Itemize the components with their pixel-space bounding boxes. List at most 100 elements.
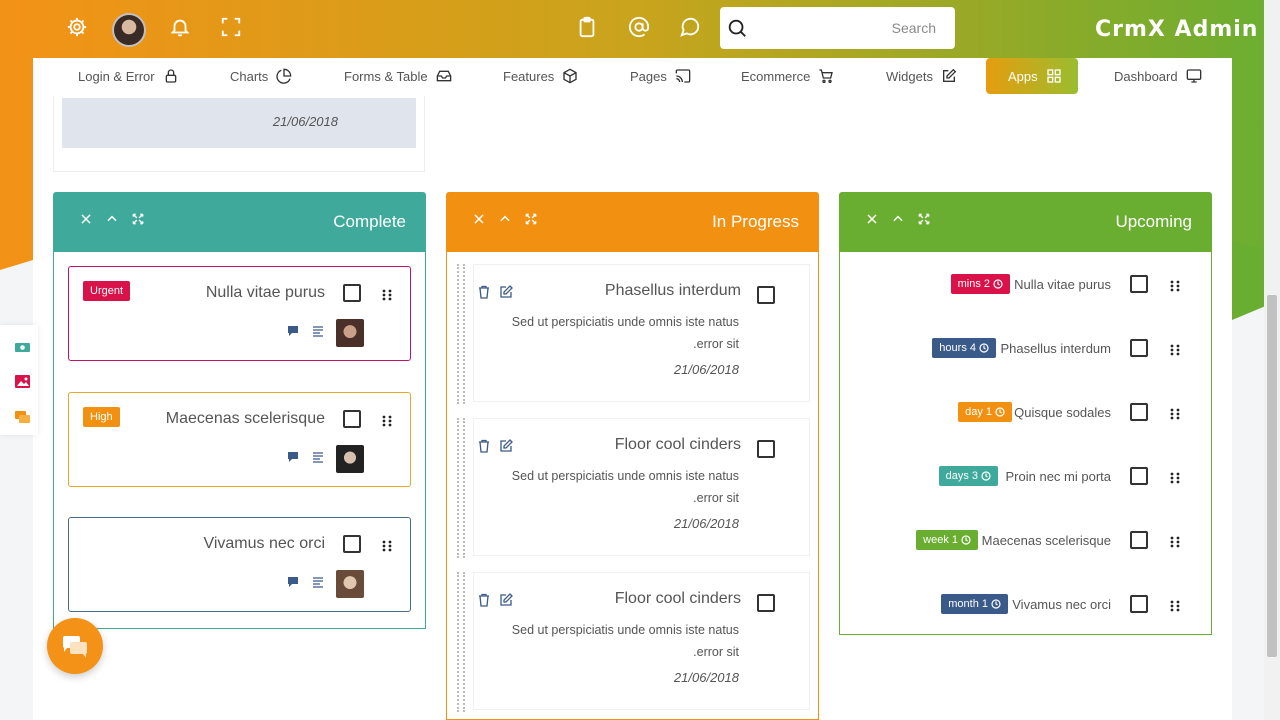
close-icon[interactable] (865, 212, 879, 226)
nav-item-dashboard[interactable]: Dashboard (1114, 58, 1202, 94)
money-icon[interactable] (14, 339, 31, 356)
left-quick-toolbar (0, 325, 38, 435)
time-badge: week 1 (916, 530, 978, 550)
edit-icon[interactable] (499, 593, 513, 607)
close-icon[interactable] (472, 212, 486, 226)
nav-item-apps[interactable]: Apps (986, 58, 1078, 94)
task-checkbox[interactable] (343, 284, 361, 302)
pie-icon (276, 68, 292, 84)
task-checkbox[interactable] (1130, 467, 1148, 485)
expand-icon[interactable] (131, 212, 145, 226)
upcoming-row[interactable]: mins 2 Nulla vitae purus (840, 269, 1211, 299)
task-checkbox[interactable] (1130, 275, 1148, 293)
task-checkbox[interactable] (1130, 595, 1148, 613)
comment-icon[interactable] (287, 576, 299, 588)
task-card[interactable]: 21/06/2018 (53, 96, 425, 172)
nav-item-features[interactable]: Features (503, 58, 578, 94)
upcoming-row[interactable]: month 1 Vivamus nec orci (840, 589, 1211, 619)
upcoming-row[interactable]: week 1 Maecenas scelerisque (840, 525, 1211, 555)
text-lines-icon[interactable] (312, 576, 324, 588)
upcoming-row[interactable]: day 1 Quisque sodales (840, 397, 1211, 427)
chat-icon (63, 636, 87, 658)
task-card[interactable]: Floor cool cinders Sed ut perspiciatis u… (473, 572, 810, 710)
nav-label: Pages (630, 68, 667, 84)
expand-icon[interactable] (524, 212, 538, 226)
drag-grip-icon[interactable] (382, 288, 392, 301)
drag-grip-icon[interactable] (382, 539, 392, 552)
close-icon[interactable] (79, 212, 93, 226)
drag-grip-icon[interactable] (1170, 279, 1180, 292)
search-box[interactable] (720, 7, 955, 49)
upcoming-row[interactable]: hours 4 Phasellus interdum (840, 333, 1211, 363)
drag-grip-icon[interactable] (1170, 343, 1180, 356)
chat-icon[interactable] (14, 409, 31, 426)
monitor-icon (1186, 69, 1201, 83)
drag-grip-icon[interactable] (1170, 535, 1180, 548)
chat-bubble-icon[interactable] (677, 14, 703, 40)
task-card[interactable]: Urgent Nulla vitae purus (68, 266, 411, 361)
nav-item-charts[interactable]: Charts (230, 58, 292, 94)
task-description: Sed ut perspiciatis unde omnis iste natu… (479, 311, 739, 355)
assignee-avatar[interactable] (336, 319, 364, 347)
drag-handle[interactable] (457, 418, 465, 558)
chat-fab-button[interactable] (47, 618, 103, 674)
task-checkbox[interactable] (343, 410, 361, 428)
grid-icon (1046, 69, 1061, 83)
task-checkbox[interactable] (1130, 339, 1148, 357)
nav-item-ecommerce[interactable]: Ecommerce (741, 58, 834, 94)
user-avatar[interactable] (112, 13, 146, 47)
page-scrollbar-thumb[interactable] (1267, 295, 1277, 657)
task-checkbox[interactable] (757, 440, 775, 458)
nav-item-widgets[interactable]: Widgets (886, 58, 957, 94)
drag-handle[interactable] (457, 264, 465, 404)
edit-icon[interactable] (499, 439, 513, 453)
chevron-up-icon[interactable] (105, 212, 119, 226)
task-card[interactable]: Floor cool cinders Sed ut perspiciatis u… (473, 418, 810, 556)
task-title: Vivamus nec orci (203, 535, 325, 552)
task-card[interactable]: Phasellus interdum Sed ut perspiciatis u… (473, 264, 810, 402)
search-input[interactable] (756, 20, 936, 36)
trash-icon[interactable] (477, 285, 491, 299)
task-checkbox[interactable] (757, 286, 775, 304)
badge-label: mins 2 (957, 278, 990, 290)
text-lines-icon[interactable] (312, 325, 324, 337)
at-icon[interactable] (626, 14, 652, 40)
drag-grip-icon[interactable] (1170, 471, 1180, 484)
fullscreen-icon[interactable] (218, 14, 244, 40)
task-card[interactable]: Vivamus nec orci (68, 517, 411, 612)
trash-icon[interactable] (477, 439, 491, 453)
image-icon[interactable] (14, 373, 31, 390)
nav-item-login-error[interactable]: Login & Error (78, 58, 179, 94)
settings-icon[interactable] (64, 14, 90, 40)
drag-handle[interactable] (457, 572, 465, 712)
column-title: In Progress (712, 212, 799, 231)
drag-grip-icon[interactable] (382, 414, 392, 427)
chevron-up-icon[interactable] (891, 212, 905, 226)
task-title: Floor cool cinders (614, 590, 741, 607)
chevron-up-icon[interactable] (498, 212, 512, 226)
badge-label: day 1 (965, 406, 992, 418)
drag-grip-icon[interactable] (1170, 599, 1180, 612)
brand-logo[interactable]: CrmX Admin (1095, 17, 1258, 42)
assignee-avatar[interactable] (336, 445, 364, 473)
edit-icon (942, 68, 957, 82)
task-checkbox[interactable] (343, 535, 361, 553)
clipboard-icon[interactable] (574, 14, 600, 40)
comment-icon[interactable] (287, 325, 299, 337)
nav-item-pages[interactable]: Pages (630, 58, 691, 94)
text-lines-icon[interactable] (312, 451, 324, 463)
bell-icon[interactable] (167, 14, 193, 40)
upcoming-row[interactable]: days 3 Proin nec mi porta (840, 461, 1211, 491)
drag-grip-icon[interactable] (1170, 407, 1180, 420)
edit-icon[interactable] (499, 285, 513, 299)
assignee-avatar[interactable] (336, 570, 364, 598)
expand-icon[interactable] (917, 212, 931, 226)
task-description: Sed ut perspiciatis unde omnis iste natu… (479, 465, 739, 509)
nav-item-forms-table[interactable]: Forms & Table (344, 58, 452, 94)
trash-icon[interactable] (477, 593, 491, 607)
task-checkbox[interactable] (1130, 531, 1148, 549)
comment-icon[interactable] (287, 451, 299, 463)
task-card[interactable]: High Maecenas scelerisque (68, 392, 411, 487)
task-checkbox[interactable] (757, 594, 775, 612)
task-checkbox[interactable] (1130, 403, 1148, 421)
